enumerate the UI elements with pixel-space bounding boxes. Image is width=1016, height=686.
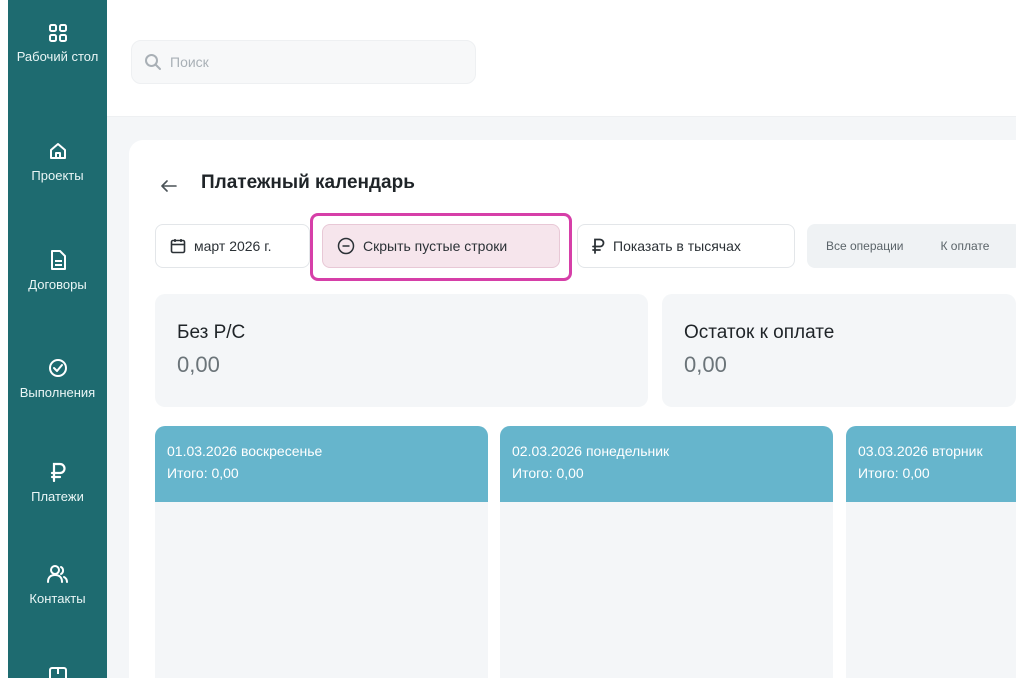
search-icon: [145, 54, 161, 70]
day-header: 02.03.2026 понедельник Итого: 0,00: [500, 426, 833, 502]
sidebar-item-more[interactable]: [8, 666, 107, 686]
search-input[interactable]: Поиск: [131, 40, 476, 84]
summary-value: 0,00: [684, 352, 727, 377]
sidebar-item-desktop[interactable]: Рабочий стол: [8, 24, 107, 65]
show-thousands-label: Показать в тысячах: [613, 238, 741, 254]
day-column: 02.03.2026 понедельник Итого: 0,00: [500, 426, 833, 678]
sidebar-item-contracts[interactable]: Договоры: [8, 250, 107, 293]
sidebar-item-label: Договоры: [28, 277, 87, 292]
back-button[interactable]: [157, 174, 181, 198]
search-placeholder: Поиск: [170, 54, 209, 70]
day-date: 02.03.2026 понедельник: [512, 443, 670, 459]
sidebar-item-label: Проекты: [31, 168, 84, 183]
check-circle-icon: [48, 359, 67, 377]
users-icon: [46, 565, 68, 583]
day-column: 01.03.2026 воскресенье Итого: 0,00: [155, 426, 488, 678]
ruble-icon: [592, 238, 605, 254]
operations-filter: Все операции К оплате: [807, 224, 1016, 268]
summary-value: 0,00: [177, 352, 220, 377]
main-area: Поиск Платежный календарь март 2026 г. С…: [107, 0, 1016, 678]
sidebar: Рабочий стол Проекты Договоры Выполнения…: [8, 0, 107, 685]
filter-to-pay[interactable]: К оплате: [922, 239, 1008, 253]
summary-card-no-account: Без Р/С 0,00: [155, 294, 648, 407]
home-icon: [49, 143, 66, 159]
day-total: Итого: 0,00: [167, 465, 239, 481]
sidebar-item-payments[interactable]: Платежи: [8, 462, 107, 505]
day-total: Итого: 0,00: [858, 465, 930, 481]
arrow-left-icon: [161, 180, 177, 192]
day-column: 03.03.2026 вторник Итого: 0,00: [846, 426, 1016, 678]
sidebar-item-label: Выполнения: [19, 385, 96, 400]
period-picker[interactable]: март 2026 г.: [155, 224, 310, 268]
day-total: Итого: 0,00: [512, 465, 584, 481]
calendar-icon: [170, 239, 186, 254]
calendar-panel: Платежный календарь март 2026 г. Скрыть …: [129, 140, 1016, 678]
page-title: Платежный календарь: [201, 172, 415, 193]
filter-all-operations[interactable]: Все операции: [807, 239, 922, 253]
day-header: 01.03.2026 воскресенье Итого: 0,00: [155, 426, 488, 502]
hide-empty-rows-button[interactable]: Скрыть пустые строки: [322, 224, 560, 268]
summary-label: Остаток к оплате: [684, 322, 835, 343]
ruble-icon: [50, 462, 66, 482]
minus-circle-icon: [337, 237, 355, 255]
period-label: март 2026 г.: [194, 238, 272, 254]
show-thousands-button[interactable]: Показать в тысячах: [577, 224, 795, 268]
document-icon: [50, 250, 66, 270]
day-date: 03.03.2026 вторник: [858, 443, 983, 459]
summary-card-balance-due: Остаток к оплате 0,00: [662, 294, 1016, 407]
sidebar-item-contacts[interactable]: Контакты: [8, 564, 107, 607]
summary-label: Без Р/С: [177, 322, 246, 343]
sidebar-item-label: Платежи: [31, 489, 84, 504]
sidebar-item-projects[interactable]: Проекты: [8, 141, 107, 184]
sidebar-item-label: Рабочий стол: [16, 49, 99, 64]
square-icon: [48, 667, 67, 685]
top-header: Поиск: [107, 0, 1016, 117]
day-date: 01.03.2026 воскресенье: [167, 443, 323, 459]
sidebar-item-completions[interactable]: Выполнения: [8, 358, 107, 401]
hide-empty-rows-label: Скрыть пустые строки: [363, 238, 508, 254]
dashboard-grid-icon: [48, 24, 67, 42]
day-header: 03.03.2026 вторник Итого: 0,00: [846, 426, 1016, 502]
sidebar-item-label: Контакты: [29, 591, 86, 606]
